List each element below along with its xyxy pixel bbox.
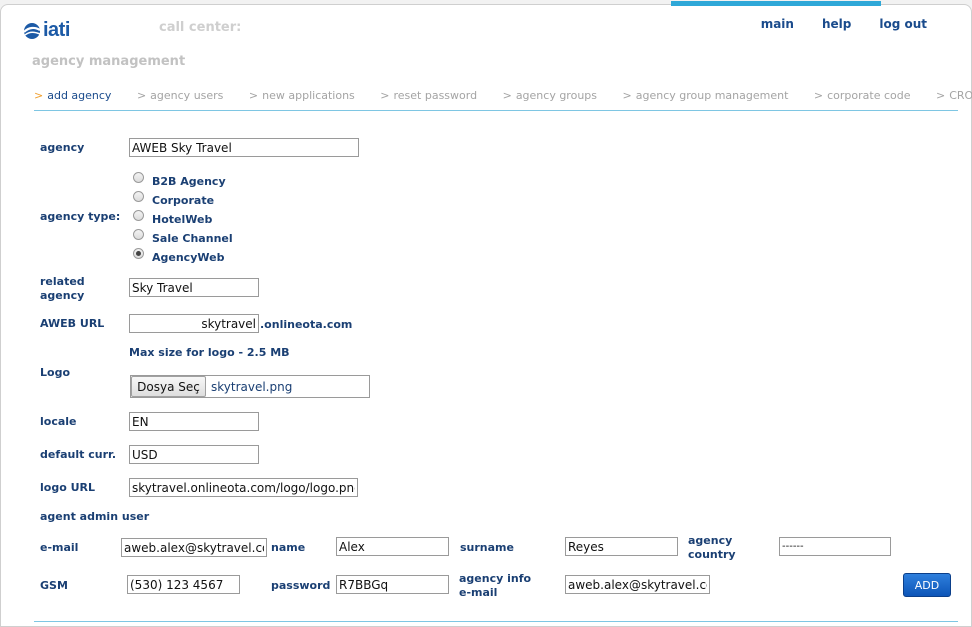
top-navigation: main help log out	[761, 17, 927, 31]
subnav-new-applications[interactable]: > new applications	[249, 89, 355, 102]
agency-info-email-label: agency info e-mail	[459, 572, 532, 599]
logo-url-input[interactable]	[129, 478, 358, 497]
aweb-url-input[interactable]	[129, 314, 259, 333]
subnav-corporate-code[interactable]: > corporate code	[814, 89, 911, 102]
surname-input[interactable]	[565, 537, 678, 556]
page-title: agency management	[32, 54, 186, 69]
related-agency-label: related agency	[40, 275, 85, 302]
radio-sale-channel[interactable]	[133, 229, 144, 240]
default-currency-label: default curr.	[40, 448, 117, 461]
nav-main-link[interactable]: main	[761, 17, 794, 31]
logo-url-label: logo URL	[40, 481, 95, 494]
radio-hotelweb[interactable]	[133, 210, 144, 221]
subnav-agency-group-management[interactable]: > agency group management	[623, 89, 789, 102]
agency-info-email-input[interactable]	[565, 575, 710, 594]
nav-logout-link[interactable]: log out	[879, 17, 927, 31]
agency-label: agency	[40, 141, 85, 154]
name-input[interactable]	[336, 537, 449, 556]
default-currency-input[interactable]	[129, 445, 259, 464]
subnav-agency-users[interactable]: > agency users	[137, 89, 223, 102]
radio-agencyweb-label: AgencyWeb	[152, 251, 225, 264]
radio-b2b-agency-label: B2B Agency	[152, 175, 226, 188]
agency-type-label: agency type:	[40, 210, 121, 223]
agency-country-label: agency country	[688, 534, 736, 561]
choose-file-button[interactable]: Dosya Seç	[131, 376, 206, 397]
radio-b2b-agency[interactable]	[133, 172, 144, 183]
logo-text: iati	[43, 19, 70, 41]
iati-logo[interactable]: iati	[22, 19, 70, 42]
logo-size-note: Max size for logo - 2.5 MB	[129, 346, 290, 359]
radio-corporate[interactable]	[133, 191, 144, 202]
email-input[interactable]	[121, 538, 267, 557]
radio-corporate-label: Corporate	[152, 194, 215, 207]
globe-logo-icon	[23, 22, 41, 39]
locale-input[interactable]	[129, 412, 259, 431]
logo-label: Logo	[40, 366, 70, 379]
aweb-url-label: AWEB URL	[40, 317, 105, 330]
call-center-label: call center:	[159, 20, 242, 35]
radio-agencyweb[interactable]	[133, 248, 144, 259]
agency-input[interactable]	[129, 138, 359, 157]
aweb-url-suffix: .onlineota.com	[260, 318, 353, 331]
subnav-reset-password[interactable]: > reset password	[380, 89, 477, 102]
related-agency-input[interactable]	[129, 278, 259, 297]
radio-hotelweb-label: HotelWeb	[152, 213, 213, 226]
name-label: name	[271, 541, 306, 554]
password-label: password	[271, 579, 331, 592]
gsm-input[interactable]	[127, 575, 240, 594]
radio-sale-channel-label: Sale Channel	[152, 232, 233, 245]
top-divider	[34, 110, 958, 111]
locale-label: locale	[40, 415, 77, 428]
agency-country-select[interactable]	[779, 537, 891, 556]
agent-admin-heading: agent admin user	[40, 510, 150, 523]
add-button[interactable]: ADD	[903, 573, 951, 597]
surname-label: surname	[460, 541, 514, 554]
bottom-divider	[34, 621, 958, 622]
top-accent-bar	[671, 1, 881, 6]
sub-navigation: > add agency > agency users > new applicati…	[34, 89, 972, 102]
subnav-agency-groups[interactable]: > agency groups	[503, 89, 597, 102]
email-label: e-mail	[40, 541, 79, 554]
gsm-label: GSM	[40, 579, 68, 592]
logo-file-name: skytravel.png	[211, 380, 293, 394]
subnav-add-agency[interactable]: > add agency	[34, 89, 111, 102]
subnav-cro-panel[interactable]: >CRO panel	[936, 89, 972, 102]
password-input[interactable]	[336, 575, 449, 594]
nav-help-link[interactable]: help	[822, 17, 851, 31]
